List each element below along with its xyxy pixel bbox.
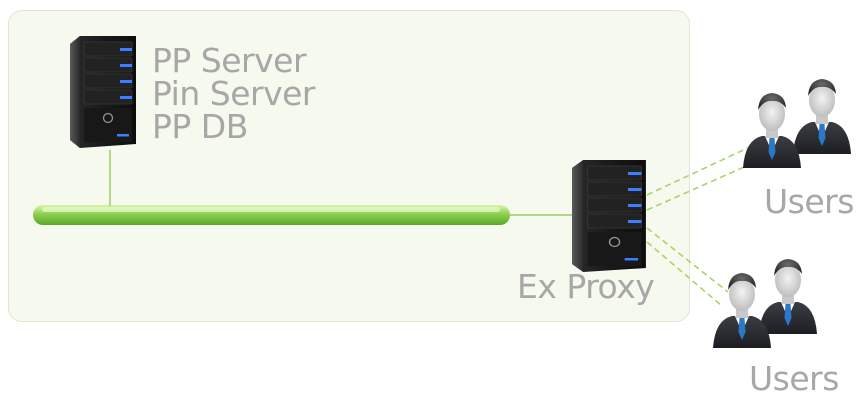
server-role-labels: PP Server Pin Server PP DB <box>152 44 315 143</box>
network-diagram <box>33 35 851 348</box>
user-group-icon <box>713 259 817 348</box>
server-label-pp-db: PP DB <box>152 107 248 146</box>
server-tower-icon <box>69 35 137 149</box>
proxy-label: Ex Proxy <box>517 267 655 306</box>
users-bottom-label: Users <box>749 359 839 398</box>
user-group-icon <box>743 79 851 168</box>
server-label-pin-server: Pin Server <box>152 74 315 113</box>
users-top-label: Users <box>764 182 854 221</box>
proxy-server-tower-icon <box>571 159 647 273</box>
server-label-pp-server: PP Server <box>152 41 307 80</box>
